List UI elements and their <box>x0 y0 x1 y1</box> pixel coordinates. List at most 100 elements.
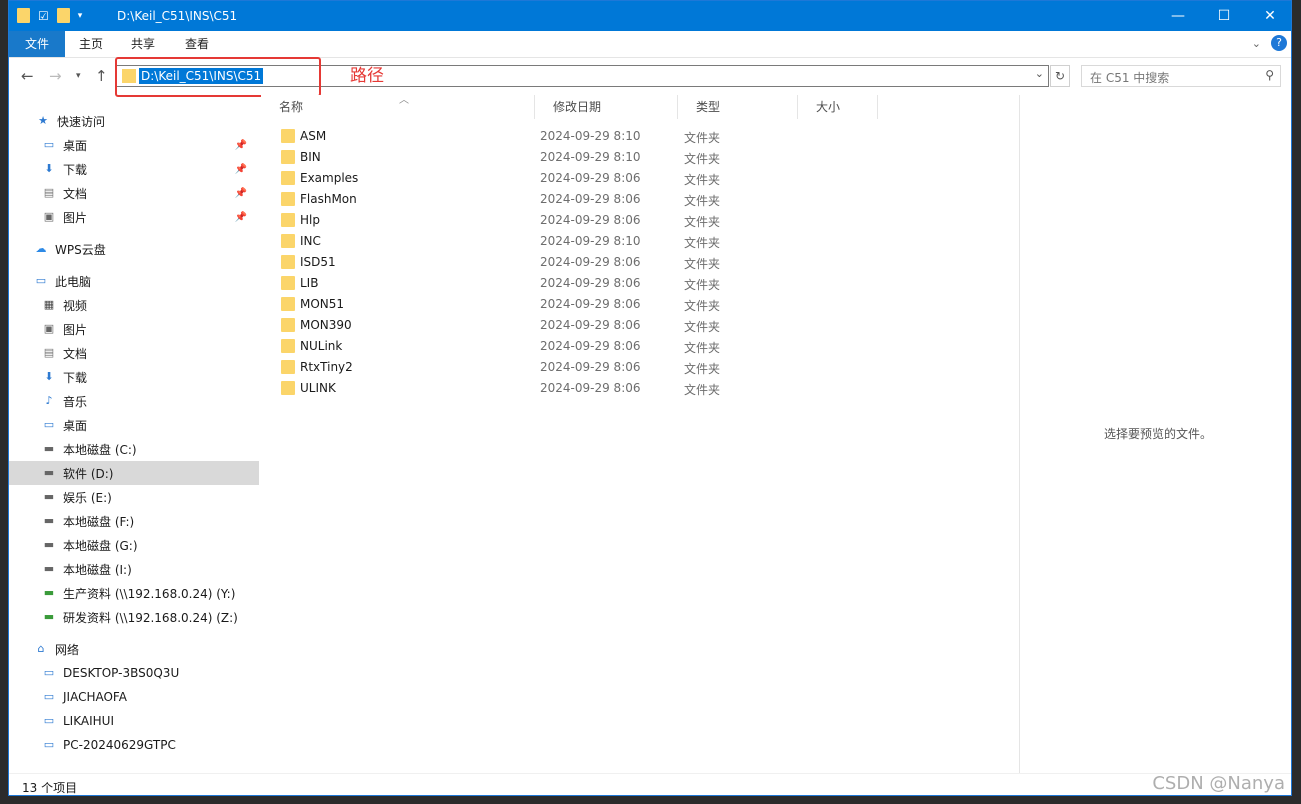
sidebar-item[interactable]: ▤ 文档 📌 <box>9 181 259 205</box>
pin-icon[interactable]: 📌 <box>235 164 247 175</box>
file-row[interactable]: Examples 2024-09-29 8:06 文件夹 <box>261 168 1019 189</box>
sidebar-item[interactable]: ▬ 本地磁盘 (I:) <box>9 557 259 581</box>
sidebar-item[interactable]: ▬ 本地磁盘 (G:) <box>9 533 259 557</box>
sidebar-item-label: 研发资料 (\\192.168.0.24) (Z:) <box>63 610 238 625</box>
sidebar-item-label: 桌面 <box>63 138 88 153</box>
sidebar-item[interactable]: ⬇ 下载 📌 <box>9 157 259 181</box>
tab-file[interactable]: 文件 <box>9 31 65 57</box>
file-date: 2024-09-29 8:06 <box>540 381 641 395</box>
file-row[interactable]: Hlp 2024-09-29 8:06 文件夹 <box>261 210 1019 231</box>
sidebar-item[interactable]: ▬ 本地磁盘 (F:) <box>9 509 259 533</box>
folder-icon <box>281 255 295 269</box>
file-row[interactable]: MON390 2024-09-29 8:06 文件夹 <box>261 315 1019 336</box>
sidebar-item[interactable]: ▭ LIKAIHUI <box>9 709 259 733</box>
column-name[interactable]: 名称 ︿ <box>261 95 535 119</box>
file-row[interactable]: NULink 2024-09-29 8:06 文件夹 <box>261 336 1019 357</box>
sidebar-item[interactable]: ▬ 研发资料 (\\192.168.0.24) (Z:) <box>9 605 259 629</box>
file-row[interactable]: BIN 2024-09-29 8:10 文件夹 <box>261 147 1019 168</box>
sidebar-item[interactable]: ⬇ 下载 <box>9 365 259 389</box>
column-date[interactable]: 修改日期 <box>535 95 678 119</box>
sidebar-item[interactable]: ▬ 本地磁盘 (C:) <box>9 437 259 461</box>
file-date: 2024-09-29 8:06 <box>540 318 641 332</box>
sidebar-item[interactable]: ▭ JIACHAOFA <box>9 685 259 709</box>
sidebar-item[interactable]: ▬ 娱乐 (E:) <box>9 485 259 509</box>
search-input[interactable]: 在 C51 中搜索 <box>1090 69 1169 86</box>
properties-icon[interactable]: ☑ <box>38 9 49 23</box>
search-icon[interactable]: ⚲ <box>1265 68 1274 82</box>
column-size[interactable]: 大小 <box>798 95 878 119</box>
file-row[interactable]: RtxTiny2 2024-09-29 8:06 文件夹 <box>261 357 1019 378</box>
tab-home[interactable]: 主页 <box>65 31 117 57</box>
file-name: ASM <box>300 129 327 143</box>
file-name: INC <box>300 234 321 248</box>
file-row[interactable]: MON51 2024-09-29 8:06 文件夹 <box>261 294 1019 315</box>
sidebar-item[interactable]: ▭ 桌面 📌 <box>9 133 259 157</box>
sidebar-item[interactable]: ▤ 文档 <box>9 341 259 365</box>
sidebar-item[interactable]: ▦ 视频 <box>9 293 259 317</box>
sidebar-item[interactable]: ▭ 桌面 <box>9 413 259 437</box>
maximize-button[interactable]: ☐ <box>1201 1 1247 31</box>
file-row[interactable]: INC 2024-09-29 8:10 文件夹 <box>261 231 1019 252</box>
up-arrow-icon[interactable]: ↑ <box>95 67 108 85</box>
drive-icon: ▬ <box>43 490 55 503</box>
video-icon: ▦ <box>43 298 55 311</box>
file-row[interactable]: ISD51 2024-09-29 8:06 文件夹 <box>261 252 1019 273</box>
new-folder-icon[interactable] <box>56 8 70 23</box>
search-box[interactable]: 在 C51 中搜索 ⚲ <box>1081 65 1281 87</box>
sidebar-item[interactable]: ▣ 图片 <box>9 317 259 341</box>
sidebar-item[interactable]: ▣ 图片 📌 <box>9 205 259 229</box>
sidebar-item[interactable]: ♪ 音乐 <box>9 389 259 413</box>
sidebar-item-label: 快速访问 <box>57 114 106 129</box>
chevron-down-icon[interactable]: ⌄ <box>1035 67 1044 80</box>
file-date: 2024-09-29 8:10 <box>540 234 641 248</box>
picture-icon: ▣ <box>43 210 55 223</box>
sidebar-item[interactable]: ▬ 软件 (D:) <box>9 461 259 485</box>
file-row[interactable]: FlashMon 2024-09-29 8:06 文件夹 <box>261 189 1019 210</box>
pin-icon[interactable]: 📌 <box>235 212 247 223</box>
network-icon: ⌂ <box>37 642 45 655</box>
file-row[interactable]: LIB 2024-09-29 8:06 文件夹 <box>261 273 1019 294</box>
download-icon: ⬇ <box>44 162 54 175</box>
forward-arrow-icon[interactable]: → <box>49 67 62 85</box>
sidebar-item[interactable]: ▭ 此电脑 <box>9 269 259 293</box>
folder-icon <box>281 150 295 164</box>
file-name: FlashMon <box>300 192 357 206</box>
pin-icon[interactable]: 📌 <box>235 188 247 199</box>
star-icon: ★ <box>38 114 48 127</box>
expand-ribbon-icon[interactable]: ⌄ <box>1252 37 1261 50</box>
sidebar-item-label: 生产资料 (\\192.168.0.24) (Y:) <box>63 586 236 601</box>
sidebar-item-label: 本地磁盘 (C:) <box>63 442 137 457</box>
folder-icon <box>281 297 295 311</box>
window-title: D:\Keil_C51\INS\C51 <box>117 9 238 23</box>
sidebar-item[interactable]: ☁ WPS云盘 <box>9 237 259 261</box>
help-icon[interactable]: ? <box>1271 35 1287 51</box>
customize-toolbar-icon[interactable]: ▾ <box>78 11 83 21</box>
status-bar: 13 个项目 CSDN @Nanya <box>9 773 1291 795</box>
close-button[interactable]: ✕ <box>1247 1 1291 31</box>
computer-icon: ▭ <box>43 714 55 727</box>
preview-pane: 选择要预览的文件。 <box>1019 95 1291 773</box>
folder-icon <box>17 8 30 23</box>
back-arrow-icon[interactable]: ← <box>21 67 34 85</box>
sidebar-item-label: 本地磁盘 (I:) <box>63 562 132 577</box>
file-row[interactable]: ASM 2024-09-29 8:10 文件夹 <box>261 126 1019 147</box>
sidebar-item[interactable]: ▭ DESKTOP-3BS0Q3U <box>9 661 259 685</box>
sidebar-item[interactable]: ▬ 生产资料 (\\192.168.0.24) (Y:) <box>9 581 259 605</box>
sidebar-item-label: 本地磁盘 (F:) <box>63 514 135 529</box>
cloud-icon: ☁ <box>35 242 47 255</box>
sidebar-item[interactable]: ▭ PC-20240629GTPC <box>9 733 259 757</box>
column-type[interactable]: 类型 <box>678 95 798 119</box>
folder-icon <box>281 234 295 248</box>
minimize-button[interactable]: — <box>1155 1 1201 31</box>
desktop-icon: ▭ <box>43 138 55 151</box>
refresh-button[interactable]: ↻ <box>1050 65 1070 87</box>
sidebar-item[interactable]: ⌂ 网络 <box>9 637 259 661</box>
file-type: 文件夹 <box>684 236 721 250</box>
tab-view[interactable]: 查看 <box>171 31 223 57</box>
recent-locations-icon[interactable]: ▾ <box>76 71 81 81</box>
file-row[interactable]: ULINK 2024-09-29 8:06 文件夹 <box>261 378 1019 399</box>
tab-share[interactable]: 共享 <box>117 31 169 57</box>
pin-icon[interactable]: 📌 <box>235 140 247 151</box>
sidebar-item[interactable]: ★ 快速访问 <box>9 109 259 133</box>
sidebar-item-label: DESKTOP-3BS0Q3U <box>63 666 180 680</box>
